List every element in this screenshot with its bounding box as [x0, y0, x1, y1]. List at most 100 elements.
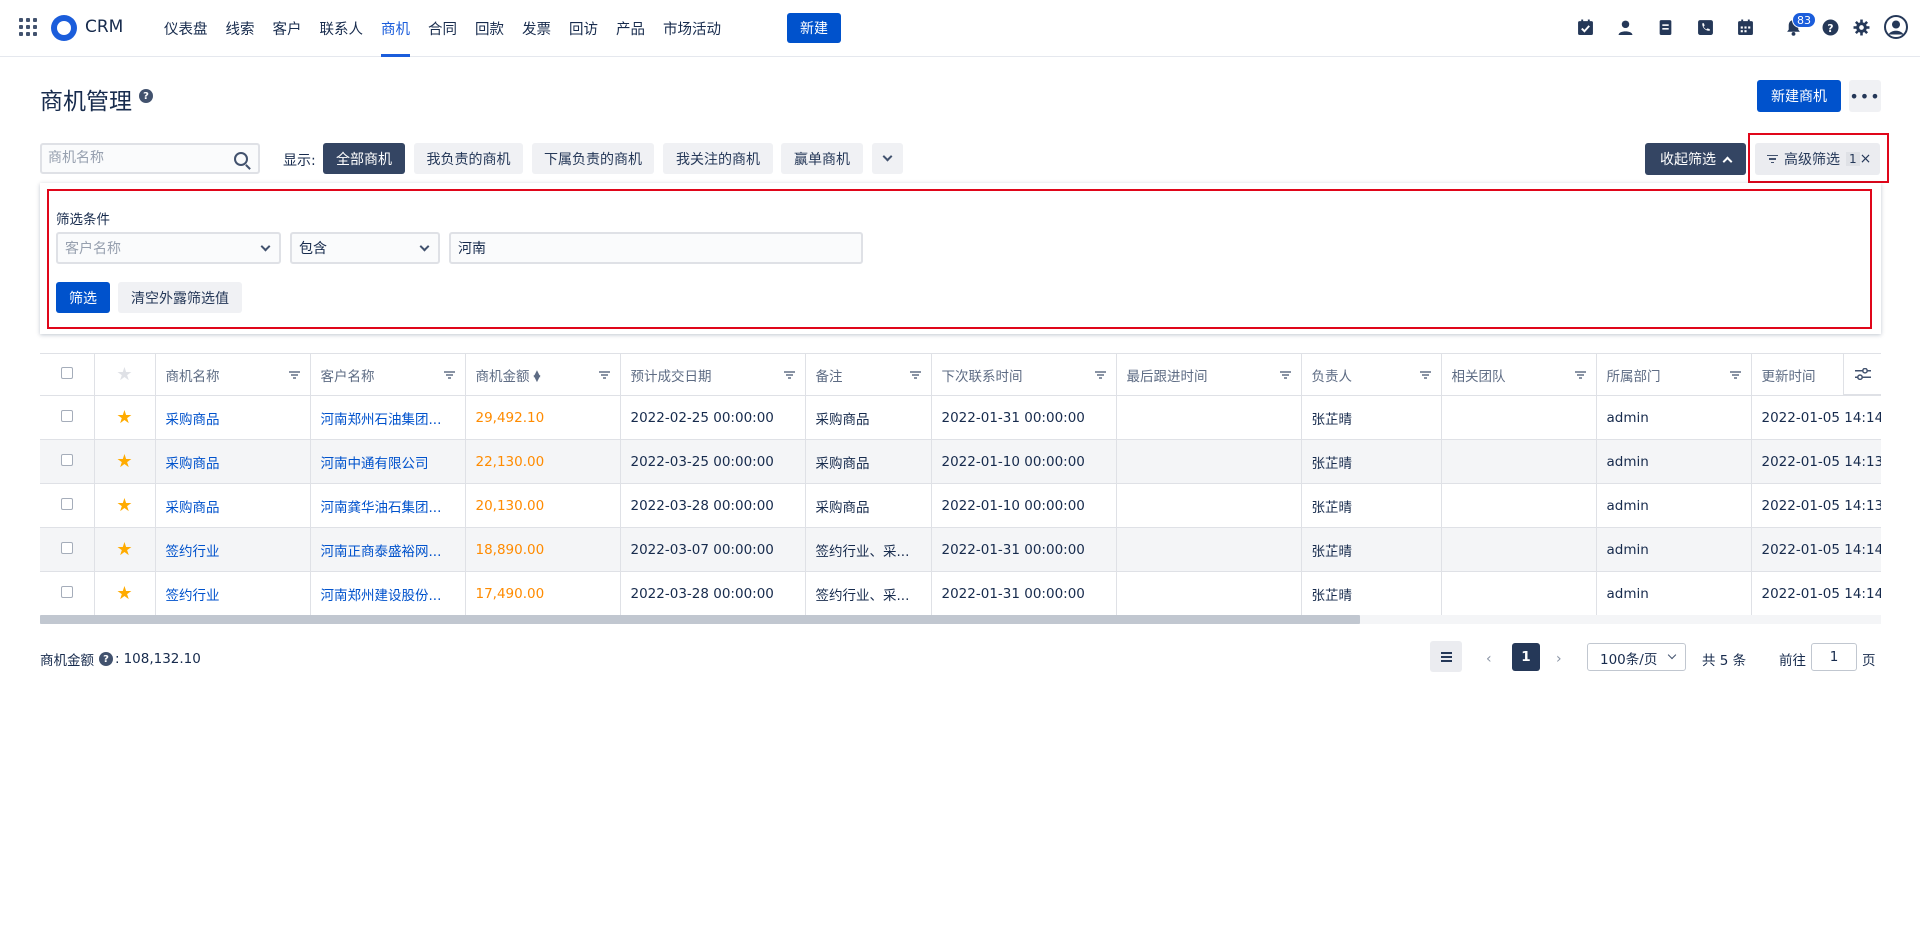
- crm-logo-icon[interactable]: [51, 15, 77, 41]
- row-checkbox[interactable]: [40, 395, 95, 440]
- next-page-icon[interactable]: ›: [1556, 651, 1562, 667]
- segment-subordinate-opportunities[interactable]: 下属负责的商机: [532, 143, 654, 174]
- new-button[interactable]: 新建: [787, 13, 841, 43]
- column-filter-icon[interactable]: [288, 371, 300, 379]
- column-filter-icon[interactable]: [598, 371, 610, 379]
- table-row[interactable]: ★ 采购商品 河南中通有限公司 22,130.00 2022-03-25 00:…: [40, 439, 1881, 484]
- cell-customer-name[interactable]: 河南中通有限公司: [310, 439, 466, 484]
- cell-expected-date: 2022-03-25 00:00:00: [620, 439, 806, 484]
- sort-icon[interactable]: ▲ ▼: [534, 369, 541, 383]
- cell-amount: 20,130.00: [465, 483, 621, 528]
- help-icon[interactable]: ?: [1822, 19, 1839, 36]
- amount-summary: 商机金额 ? : 108,132.10: [40, 651, 201, 669]
- task-check-icon[interactable]: [1577, 19, 1594, 36]
- cell-opportunity-name[interactable]: 签约行业: [155, 571, 311, 616]
- cell-opportunity-name[interactable]: 采购商品: [155, 395, 311, 440]
- list-view-button[interactable]: [1430, 641, 1462, 672]
- avatar-icon[interactable]: [1884, 15, 1908, 39]
- settings-gear-icon[interactable]: [1853, 19, 1870, 36]
- table-row[interactable]: ★ 签约行业 河南郑州建设股份... 17,490.00 2022-03-28 …: [40, 571, 1881, 616]
- page-title: 商机管理: [40, 89, 132, 115]
- nav-item-dashboard[interactable]: 仪表盘: [155, 0, 217, 57]
- column-header[interactable]: 商机金额 ▲ ▼: [465, 353, 621, 396]
- column-header[interactable]: 所属部门: [1596, 353, 1752, 396]
- app-grid-icon[interactable]: [19, 18, 37, 36]
- cell-customer-name[interactable]: 河南龚华油石集团...: [310, 483, 466, 528]
- column-header[interactable]: 相关团队: [1441, 353, 1597, 396]
- scrollbar-thumb[interactable]: [40, 615, 1360, 624]
- nav-item-campaigns[interactable]: 市场活动: [654, 0, 730, 57]
- column-header[interactable]: 最后跟进时间: [1116, 353, 1302, 396]
- column-header[interactable]: 负责人: [1301, 353, 1442, 396]
- nav-item-visits[interactable]: 回访: [560, 0, 607, 57]
- column-filter-icon[interactable]: [1729, 371, 1741, 379]
- header-star-icon[interactable]: ★: [94, 353, 156, 396]
- table-row[interactable]: ★ 采购商品 河南郑州石油集团... 29,492.10 2022-02-25 …: [40, 395, 1881, 440]
- cell-next-contact: 2022-01-31 00:00:00: [931, 571, 1117, 616]
- table-row[interactable]: ★ 采购商品 河南龚华油石集团... 20,130.00 2022-03-28 …: [40, 483, 1881, 528]
- column-header[interactable]: 预计成交日期: [620, 353, 806, 396]
- prev-page-icon[interactable]: ‹: [1486, 651, 1492, 667]
- search-icon[interactable]: [234, 152, 248, 166]
- user-icon[interactable]: [1617, 19, 1634, 36]
- star-icon[interactable]: ★: [94, 395, 156, 440]
- summary-help-icon[interactable]: ?: [99, 652, 113, 666]
- cell-opportunity-name[interactable]: 采购商品: [155, 483, 311, 528]
- column-settings-button[interactable]: [1843, 353, 1881, 395]
- current-page[interactable]: 1: [1512, 643, 1540, 671]
- cell-last-follow: [1116, 571, 1302, 616]
- goto-page-input[interactable]: 1: [1811, 643, 1857, 671]
- table-row[interactable]: ★ 签约行业 河南正商泰盛裕网... 18,890.00 2022-03-07 …: [40, 527, 1881, 572]
- cell-department: admin: [1596, 527, 1752, 572]
- collapse-filter-button[interactable]: 收起筛选: [1645, 143, 1746, 175]
- document-icon[interactable]: [1657, 19, 1674, 36]
- star-icon[interactable]: ★: [94, 439, 156, 484]
- segment-won-opportunities[interactable]: 赢单商机: [781, 143, 863, 174]
- nav-item-leads[interactable]: 线索: [217, 0, 264, 57]
- column-filter-icon[interactable]: [1574, 371, 1586, 379]
- cell-customer-name[interactable]: 河南正商泰盛裕网...: [310, 527, 466, 572]
- column-filter-icon[interactable]: [1279, 371, 1291, 379]
- column-header[interactable]: 商机名称: [155, 353, 311, 396]
- nav-item-payments[interactable]: 回款: [466, 0, 513, 57]
- column-filter-icon[interactable]: [1419, 371, 1431, 379]
- star-icon[interactable]: ★: [94, 571, 156, 616]
- row-checkbox[interactable]: [40, 571, 95, 616]
- star-icon[interactable]: ★: [94, 527, 156, 572]
- horizontal-scrollbar[interactable]: [40, 615, 1881, 624]
- search-input[interactable]: [48, 150, 218, 166]
- row-checkbox[interactable]: [40, 439, 95, 484]
- row-checkbox[interactable]: [40, 483, 95, 528]
- nav-item-customers[interactable]: 客户: [264, 0, 311, 57]
- more-actions-button[interactable]: •••: [1849, 80, 1881, 112]
- create-opportunity-button[interactable]: 新建商机: [1757, 80, 1841, 112]
- cell-customer-name[interactable]: 河南郑州建设股份...: [310, 571, 466, 616]
- cell-opportunity-name[interactable]: 采购商品: [155, 439, 311, 484]
- nav-item-contacts[interactable]: 联系人: [311, 0, 373, 57]
- row-checkbox[interactable]: [40, 527, 95, 572]
- title-help-icon[interactable]: ?: [139, 89, 153, 103]
- calendar-icon[interactable]: [1737, 19, 1754, 36]
- phone-icon[interactable]: [1697, 19, 1714, 36]
- select-all-checkbox[interactable]: [40, 353, 95, 396]
- segment-my-opportunities[interactable]: 我负责的商机: [414, 143, 523, 174]
- segment-more-dropdown[interactable]: [872, 143, 903, 174]
- cell-note: 采购商品: [805, 483, 932, 528]
- nav-item-invoices[interactable]: 发票: [513, 0, 560, 57]
- cell-customer-name[interactable]: 河南郑州石油集团...: [310, 395, 466, 440]
- column-filter-icon[interactable]: [909, 371, 921, 379]
- star-icon[interactable]: ★: [94, 483, 156, 528]
- nav-item-opportunities[interactable]: 商机: [372, 0, 419, 57]
- segment-all-opportunities[interactable]: 全部商机: [323, 143, 405, 174]
- page-size-select[interactable]: 100条/页: [1587, 643, 1686, 671]
- cell-opportunity-name[interactable]: 签约行业: [155, 527, 311, 572]
- nav-item-products[interactable]: 产品: [607, 0, 654, 57]
- column-filter-icon[interactable]: [1094, 371, 1106, 379]
- column-header[interactable]: 客户名称: [310, 353, 466, 396]
- column-filter-icon[interactable]: [443, 371, 455, 379]
- column-header[interactable]: 下次联系时间: [931, 353, 1117, 396]
- nav-item-contracts[interactable]: 合同: [419, 0, 466, 57]
- segment-followed-opportunities[interactable]: 我关注的商机: [663, 143, 773, 174]
- column-filter-icon[interactable]: [783, 371, 795, 379]
- column-header[interactable]: 备注: [805, 353, 932, 396]
